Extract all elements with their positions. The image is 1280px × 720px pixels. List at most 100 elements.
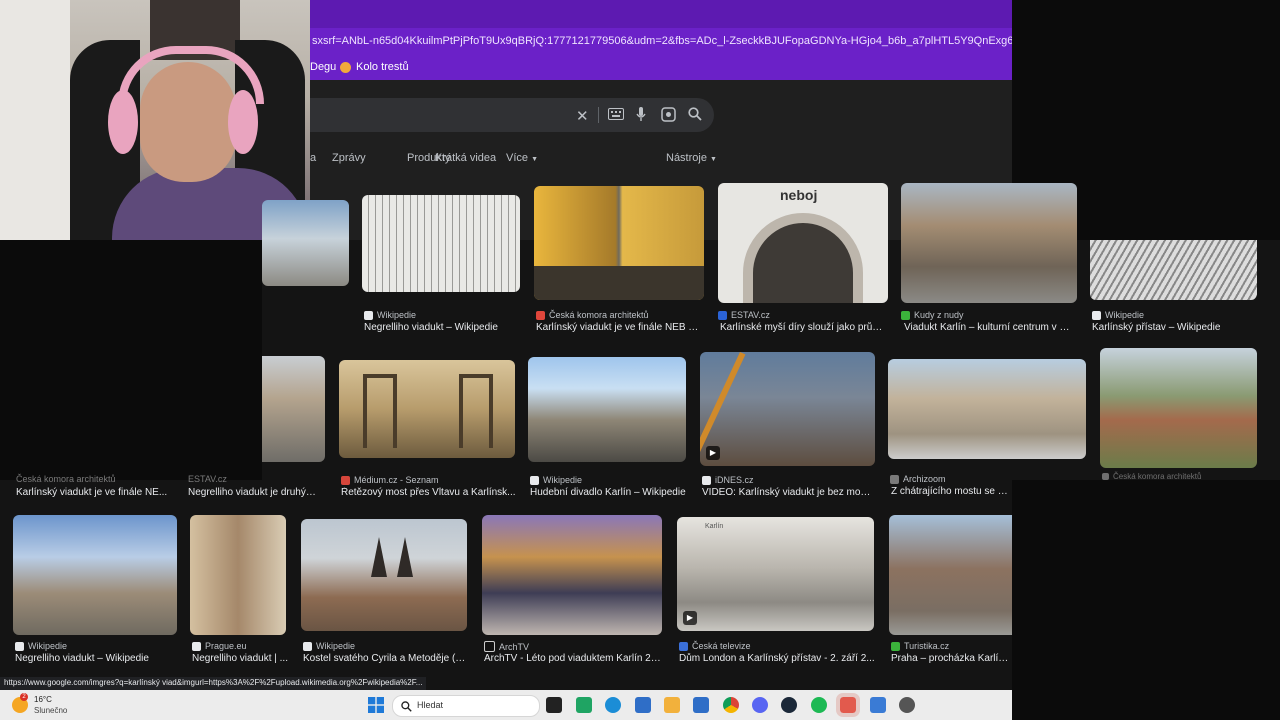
mic-icon[interactable] <box>636 107 646 125</box>
windows-start-icon[interactable] <box>368 697 384 718</box>
thumbnail-text: neboj <box>780 187 818 203</box>
source-label: Wikipedie <box>377 310 417 320</box>
gear-icon[interactable] <box>899 697 915 713</box>
thumbnail[interactable]: neboj <box>718 183 888 303</box>
chevron-down-icon: ▼ <box>531 156 539 163</box>
taskbar-search-input[interactable]: Hledat <box>392 695 540 717</box>
task-view-icon[interactable] <box>546 697 562 713</box>
wikipedia-favicon-icon <box>1092 310 1101 320</box>
result-source: Kudy z nudy <box>901 310 964 320</box>
result-source: Česká komora architektů <box>536 310 649 320</box>
thumbnail[interactable]: ▶ <box>700 352 875 466</box>
keyboard-icon[interactable] <box>608 107 624 123</box>
tab-short-videos[interactable]: Krátká videa <box>435 152 496 164</box>
weather-text: Slunečno <box>34 706 68 715</box>
tab-news[interactable]: Zprávy <box>332 152 366 164</box>
dark-overlay-bottom-right <box>1012 480 1280 690</box>
result-title[interactable]: Hudební divadlo Karlín – Wikipedie <box>530 487 690 498</box>
thumbnail[interactable] <box>262 356 325 462</box>
bookmark-degu[interactable]: Degu <box>310 61 336 73</box>
thumbnail[interactable] <box>190 515 286 635</box>
source-label: ESTAV.cz <box>731 310 770 320</box>
thumbnail[interactable] <box>1090 240 1257 300</box>
source-label: Wikipedie <box>28 641 68 651</box>
tab-tools[interactable]: Nástroje ▼ <box>666 152 717 164</box>
spotify-icon[interactable] <box>811 697 827 713</box>
source-label: Wikipedie <box>543 475 583 485</box>
thumbnail[interactable] <box>482 515 662 635</box>
result-title[interactable]: Negrelliho viadukt – Wikipedie <box>15 653 177 664</box>
thumbnail[interactable] <box>13 515 177 635</box>
app-icon[interactable] <box>870 697 886 713</box>
play-icon: ▶ <box>706 446 720 460</box>
result-title[interactable]: ArchTV - Léto pod viaduktem Karlín 20... <box>484 653 664 664</box>
xbox-icon[interactable] <box>576 697 592 713</box>
tab-more[interactable]: Více ▼ <box>506 152 538 164</box>
store-icon[interactable] <box>635 697 651 713</box>
thumbnail[interactable] <box>528 357 686 462</box>
thumbnail[interactable] <box>901 183 1077 303</box>
result-title[interactable]: Negrelliho viadukt – Wikipedie <box>364 322 524 333</box>
result-title[interactable]: Negrelliho viadukt | ... <box>192 653 288 664</box>
result-title[interactable]: Řetězový most přes Vltavu a Karlínsk... <box>341 487 516 498</box>
result-title[interactable]: VIDEO: Karlínský viadukt je bez most... <box>702 487 874 498</box>
result-title[interactable]: Kostel svatého Cyrila a Metoděje (K... <box>303 653 469 664</box>
file-explorer-icon[interactable] <box>664 697 680 713</box>
tab-partial[interactable]: a <box>310 152 316 164</box>
church-spire <box>371 537 387 577</box>
source-label: Prague.eu <box>205 641 247 651</box>
curtain <box>0 0 70 240</box>
result-source: Wikipedie <box>15 641 67 651</box>
result-title[interactable]: Karlínský viadukt je ve finále NE... <box>16 487 176 498</box>
source-favicon-icon <box>341 475 350 485</box>
source-favicon-icon <box>702 475 711 485</box>
church-spire <box>397 537 413 577</box>
thumbnail[interactable]: Karlín ▶ <box>677 517 874 631</box>
status-url: https://www.google.com/imgres?q=karlínsk… <box>0 677 427 691</box>
thumbnail[interactable] <box>301 519 467 631</box>
result-source: iDNES.cz <box>702 475 754 485</box>
source-label: Wikipedie <box>316 641 356 651</box>
result-source: Médium.cz - Seznam <box>341 475 439 485</box>
result-title[interactable]: Karlínské myší díry slouží jako průc... <box>720 322 885 333</box>
search-icon <box>401 699 412 717</box>
bridge-tower <box>459 374 493 448</box>
thumbnail[interactable] <box>262 200 349 286</box>
search-icon[interactable] <box>688 107 702 124</box>
outlook-icon[interactable] <box>693 697 709 713</box>
result-source: Archizoom <box>890 474 946 484</box>
result-title[interactable]: Karlínský viadukt je ve finále NEB P... <box>536 322 701 333</box>
source-label: Česká komora architektů <box>1113 472 1202 481</box>
obs-icon[interactable] <box>836 693 860 717</box>
result-title[interactable]: Dům London a Karlínský přístav - 2. září… <box>679 653 876 664</box>
address-bar[interactable]: sxsrf=ANbL-n65d04KkuilmPtPjPfoT9Ux9qBRjQ… <box>310 28 1012 56</box>
chrome-icon[interactable] <box>723 697 739 713</box>
source-label: Česká komora architektů <box>16 474 116 484</box>
thumbnail[interactable] <box>534 186 704 300</box>
tab-more-label: Více <box>506 152 529 164</box>
result-title[interactable]: Karlínský přístav – Wikipedie <box>1092 322 1257 333</box>
lens-icon[interactable] <box>661 107 676 125</box>
result-source: Česká komora architektů <box>1102 472 1201 481</box>
source-label: Kudy z nudy <box>914 310 964 320</box>
thumbnail[interactable] <box>888 359 1086 459</box>
steam-icon[interactable] <box>781 697 797 713</box>
result-title[interactable]: Praha – procházka Karlínem <box>891 653 1012 664</box>
thumbnail[interactable] <box>362 195 520 292</box>
chevron-down-icon: ▼ <box>710 156 717 163</box>
result-title[interactable]: Z chátrajícího mostu se rodí... <box>891 486 1011 497</box>
discord-icon[interactable] <box>752 697 768 713</box>
bookmark-favicon-icon <box>340 61 351 73</box>
edge-icon[interactable] <box>605 697 621 713</box>
thumbnail[interactable] <box>339 360 515 458</box>
thumbnail[interactable] <box>889 515 1012 635</box>
wikipedia-favicon-icon <box>15 641 24 651</box>
bookmark-kolo-trestu[interactable]: Kolo trestů <box>340 61 409 73</box>
result-title[interactable]: Negrelliho viadukt je druhým ... <box>188 487 324 498</box>
source-label: Archizoom <box>903 474 946 484</box>
result-source: Česká televize <box>679 641 751 651</box>
search-input[interactable]: ✕ <box>310 98 714 132</box>
result-title[interactable]: Viadukt Karlín – kulturní centrum v N... <box>904 322 1074 333</box>
close-icon[interactable]: ✕ <box>576 107 589 125</box>
thumbnail[interactable] <box>1100 348 1257 468</box>
